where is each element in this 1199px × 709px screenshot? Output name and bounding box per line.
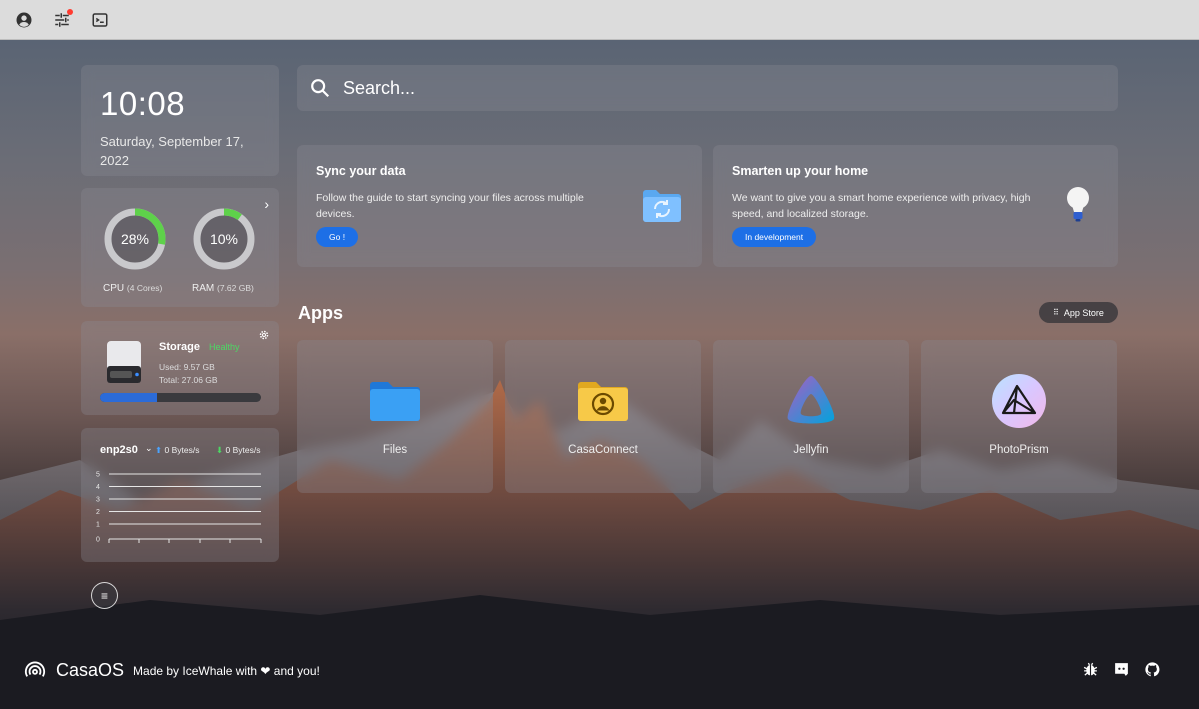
y-tick-label: 2 <box>96 509 100 516</box>
cpu-label-text: CPU <box>103 283 125 294</box>
y-tick-label: 3 <box>96 497 100 504</box>
sync-folder-icon <box>643 190 681 222</box>
casaos-logo-icon <box>24 661 46 677</box>
search-icon <box>311 79 330 98</box>
sync-card-title: Sync your data <box>316 164 406 178</box>
apps-section-title: Apps <box>298 303 343 323</box>
storage-total: Total: 27.06 GB <box>159 375 218 385</box>
folder-icon <box>370 382 420 421</box>
storage-usage-bar <box>100 393 261 402</box>
github-link[interactable] <box>1144 661 1161 678</box>
settings-button[interactable] <box>52 8 73 30</box>
network-interface-name: enp2s0 <box>100 444 138 456</box>
y-tick-label: 1 <box>96 522 100 529</box>
smart-home-card: Smarten up your home We want to give you… <box>713 145 1118 267</box>
storage-settings-gear-icon[interactable] <box>258 329 270 341</box>
app-tile-jellyfin[interactable]: Jellyfin <box>713 340 909 493</box>
upload-speed-value: 0 Bytes/s <box>164 445 200 455</box>
network-widget: enp2s0 ⌄ ⬆ 0 Bytes/s ⬇ 0 Bytes/s 5 4 3 2… <box>81 428 279 562</box>
upload-speed: ⬆ 0 Bytes/s <box>155 445 199 456</box>
download-arrow-icon: ⬇ <box>216 445 224 455</box>
go-button[interactable]: Go ! <box>316 227 359 247</box>
storage-usage-fill <box>100 393 157 402</box>
clock-date: Saturday, September 17, 2022 <box>100 134 244 168</box>
system-status-widget: › 28% CPU (4 Cores) 10% RAM (7.62 GB) <box>81 188 279 307</box>
network-traffic-chart: 5 4 3 2 1 0 <box>96 472 262 544</box>
footer-links <box>1082 661 1161 678</box>
widgets-menu-button[interactable]: ≡ <box>91 582 118 609</box>
cpu-label: CPU (4 Cores) <box>103 283 162 294</box>
app-tile-casaconnect[interactable]: CasaConnect <box>505 340 701 493</box>
ram-size-text: (7.62 GB) <box>217 283 254 293</box>
y-tick-label: 4 <box>96 484 100 491</box>
ram-label: RAM (7.62 GB) <box>192 283 254 294</box>
upload-arrow-icon: ⬆ <box>155 445 163 455</box>
photoprism-icon <box>992 374 1046 428</box>
y-tick-label: 0 <box>96 537 100 544</box>
grid-icon: ⠿ <box>1053 308 1059 317</box>
storage-health-status: Healthy <box>209 342 240 352</box>
hamburger-icon: ≡ <box>100 588 108 603</box>
account-button[interactable] <box>14 10 34 30</box>
terminal-button[interactable] <box>90 10 110 30</box>
sync-card-text: Follow the guide to start syncing your f… <box>316 192 584 220</box>
top-bar <box>0 0 1199 40</box>
github-icon <box>1145 662 1160 677</box>
report-bug-link[interactable] <box>1082 661 1099 678</box>
casaconnect-folder-icon <box>578 382 628 421</box>
download-speed-value: 0 Bytes/s <box>225 445 261 455</box>
app-store-button[interactable]: ⠿ App Store <box>1039 302 1118 323</box>
y-tick-label: 5 <box>96 472 100 479</box>
footer-credit: Made by IceWhale with ❤ and you! <box>133 664 320 678</box>
search-bar[interactable] <box>297 65 1118 111</box>
storage-widget: Storage Healthy Used: 9.57 GB Total: 27.… <box>81 321 279 415</box>
bug-icon <box>1083 662 1098 676</box>
app-label: CasaConnect <box>568 444 638 456</box>
account-icon <box>16 12 32 27</box>
cpu-cores-text: (4 Cores) <box>126 283 163 293</box>
app-tile-files[interactable]: Files <box>297 340 493 493</box>
in-development-button[interactable]: In development <box>732 227 817 247</box>
expand-chevron-icon[interactable]: › <box>264 196 269 212</box>
app-label: Files <box>382 444 408 456</box>
discord-link[interactable] <box>1113 661 1130 678</box>
app-label: Jellyfin <box>793 444 829 456</box>
smart-home-card-text: We want to give you a smart home experie… <box>732 192 1031 220</box>
ram-usage-value: 10% <box>209 231 239 247</box>
app-tile-photoprism[interactable]: PhotoPrism <box>921 340 1117 493</box>
light-bulb-icon <box>1067 187 1089 222</box>
cpu-usage-value: 28% <box>120 231 150 247</box>
app-store-label: App Store <box>1063 307 1104 318</box>
sync-data-card: Sync your data Follow the guide to start… <box>297 145 702 267</box>
storage-title: Storage <box>159 341 200 353</box>
clock-time: 10:08 <box>100 85 186 122</box>
clock-widget: 10:08 Saturday, September 17, 2022 <box>81 65 279 176</box>
notification-dot <box>67 8 73 15</box>
ram-label-text: RAM <box>192 283 215 294</box>
discord-icon <box>1115 663 1128 676</box>
footer: CasaOS Made by IceWhale with ❤ and you! <box>24 659 320 681</box>
interface-dropdown-chevron-icon[interactable]: ⌄ <box>145 443 153 454</box>
storage-used: Used: 9.57 GB <box>159 362 215 372</box>
disk-icon <box>107 341 141 383</box>
terminal-icon <box>92 12 108 27</box>
brand-name: CasaOS <box>56 659 125 680</box>
smart-home-card-title: Smarten up your home <box>732 164 869 178</box>
app-label: PhotoPrism <box>989 444 1049 456</box>
jellyfin-icon <box>787 376 835 424</box>
download-speed: ⬇ 0 Bytes/s <box>216 445 260 456</box>
search-input[interactable] <box>343 77 1043 99</box>
